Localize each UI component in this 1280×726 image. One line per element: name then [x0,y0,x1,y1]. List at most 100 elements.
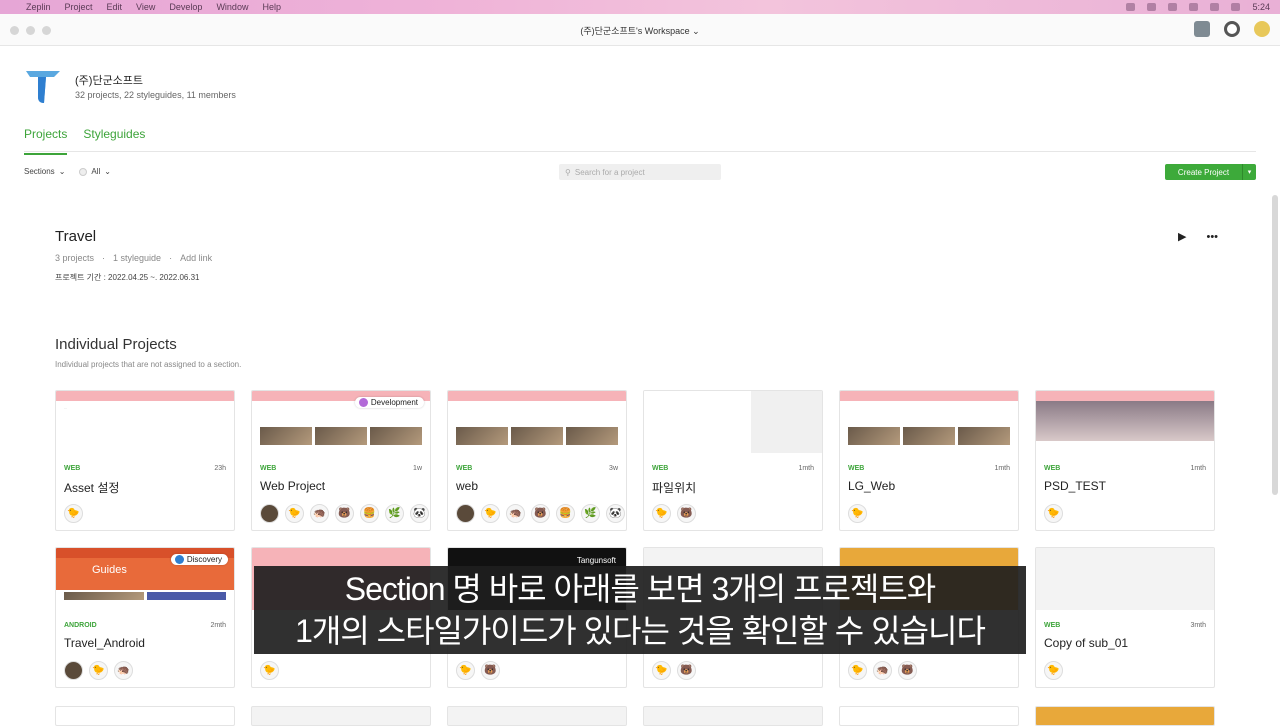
status-icon[interactable] [1147,3,1157,11]
project-thumbnail [448,391,626,453]
avatar[interactable]: 🐤 [1044,504,1063,523]
add-link-button[interactable]: Add link [180,253,212,263]
all-filter[interactable]: All ⌄ [79,167,111,176]
avatar[interactable]: 🦔 [873,661,892,680]
status-dot-icon [174,555,184,564]
avatar[interactable]: 🐤 [481,504,500,523]
project-type: ANDROID [64,622,97,629]
project-time: 1mth [1190,465,1206,472]
clock[interactable]: 5:24 [1252,2,1270,12]
project-card[interactable]: Guides Discovery ANDROID 2mth Travel_And… [55,547,235,688]
wifi-icon[interactable] [1210,3,1220,11]
search-icon: ⚲ [565,167,571,177]
scrollbar[interactable] [1272,195,1278,495]
menu-develop[interactable]: Develop [169,2,202,12]
more-options-icon[interactable]: ••• [1206,231,1218,243]
project-card[interactable] [251,706,431,726]
workspace-logo [26,71,60,103]
avatar[interactable]: 🦔 [310,504,329,523]
filter-dot-icon [79,167,88,176]
project-type: WEB [652,465,669,472]
avatar[interactable]: 🐻 [335,504,354,523]
project-card[interactable] [447,706,627,726]
status-icon[interactable] [1126,3,1136,11]
project-type: WEB [260,465,277,472]
menu-zeplin[interactable]: Zeplin [26,2,51,12]
avatar[interactable]: 🐤 [848,661,867,680]
menu-project[interactable]: Project [65,2,93,12]
avatar[interactable]: 🐤 [456,661,475,680]
status-icon[interactable] [1189,3,1199,11]
avatar[interactable]: 🌿 [385,504,404,523]
avatar[interactable]: 🦔 [114,661,133,680]
menu-edit[interactable]: Edit [107,2,123,12]
menu-help[interactable]: Help [262,2,281,12]
project-thumbnail [840,391,1018,453]
project-thumbnail [1036,548,1214,610]
video-subtitle: Section 명 바로 아래를 보면 3개의 프로젝트와 1개의 스타일가이드… [254,566,1026,654]
avatar[interactable]: 🐻 [898,661,917,680]
create-project-button[interactable]: Create Project ▾ [1165,164,1256,180]
project-card[interactable] [1035,706,1215,726]
avatar[interactable]: 🌿 [581,504,600,523]
project-thumbnail: ... [56,391,234,453]
menu-window[interactable]: Window [216,2,248,12]
project-card[interactable]: Development WEB 1w Web Project 🐤 🦔 🐻 🍔 🌿… [251,390,431,531]
project-card[interactable]: ... WEB 23h Asset 설정 🐤 [55,390,235,531]
avatar[interactable]: 🦔 [506,504,525,523]
project-name: PSD_TEST [1044,479,1107,493]
avatar[interactable]: 🐻 [677,661,696,680]
avatar[interactable]: 🐤 [1044,661,1063,680]
section-styleguide-link[interactable]: 1 styleguide [113,253,161,263]
avatar[interactable]: 🐤 [848,504,867,523]
avatar[interactable] [456,504,475,523]
avatar[interactable]: 🐤 [64,504,83,523]
avatar[interactable]: 🍔 [360,504,379,523]
project-card[interactable]: WEB 3mth Copy of sub_01 🐤 [1035,547,1215,688]
battery-icon[interactable] [1231,3,1241,11]
all-filter-label: All [91,167,101,176]
workspace-switcher[interactable]: (주)단군소프트's Workspace ⌄ [0,24,1280,37]
notifications-icon[interactable] [1194,21,1210,37]
avatar[interactable]: 🐤 [652,504,671,523]
help-icon[interactable] [1224,21,1240,37]
project-card[interactable]: WEB 1mth 파일위치 🐤 🐻 [643,390,823,531]
avatar[interactable]: 🍔 [556,504,575,523]
project-card[interactable]: WEB 3w web 🐤 🦔 🐻 🍔 🌿 🐼 [447,390,627,531]
menu-view[interactable]: View [136,2,155,12]
project-card[interactable] [839,706,1019,726]
sections-filter[interactable]: Sections ⌄ [24,167,65,176]
avatar[interactable]: 🐼 [410,504,429,523]
avatar[interactable] [64,661,83,680]
section-title[interactable]: Travel [55,228,96,245]
avatar[interactable] [1254,21,1270,37]
avatar[interactable]: 🐤 [260,661,279,680]
avatar[interactable]: 🐤 [285,504,304,523]
project-card[interactable] [55,706,235,726]
status-icons: 5:24 [1126,0,1270,14]
avatar[interactable] [260,504,279,523]
section-description: 프로젝트 기간 : 2022.04.25 ~. 2022.06.31 [55,273,200,282]
subtitle-line-1: Section 명 바로 아래를 보면 3개의 프로젝트와 [344,571,936,607]
project-type: WEB [1044,465,1061,472]
avatar[interactable]: 🐻 [677,504,696,523]
avatar[interactable]: 🐻 [531,504,550,523]
status-icon[interactable] [1168,3,1178,11]
project-time: 23h [214,465,226,472]
avatar[interactable]: 🐻 [481,661,500,680]
avatar[interactable]: 🐤 [652,661,671,680]
separator-dot: · [169,253,173,263]
project-card[interactable] [643,706,823,726]
avatar[interactable]: 🐼 [606,504,625,523]
search-input[interactable]: ⚲ Search for a project [559,164,721,180]
project-type: WEB [848,465,865,472]
avatar[interactable]: 🐤 [89,661,108,680]
project-type: WEB [64,465,81,472]
chevron-down-icon[interactable]: ▾ [1242,164,1256,180]
project-name: Copy of sub_01 [1044,636,1129,650]
project-card[interactable]: WEB 1mth PSD_TEST 🐤 [1035,390,1215,531]
project-time: 3w [609,465,618,472]
project-time: 1w [413,465,422,472]
play-icon[interactable]: ▶ [1178,230,1186,243]
project-card[interactable]: WEB 1mth LG_Web 🐤 [839,390,1019,531]
